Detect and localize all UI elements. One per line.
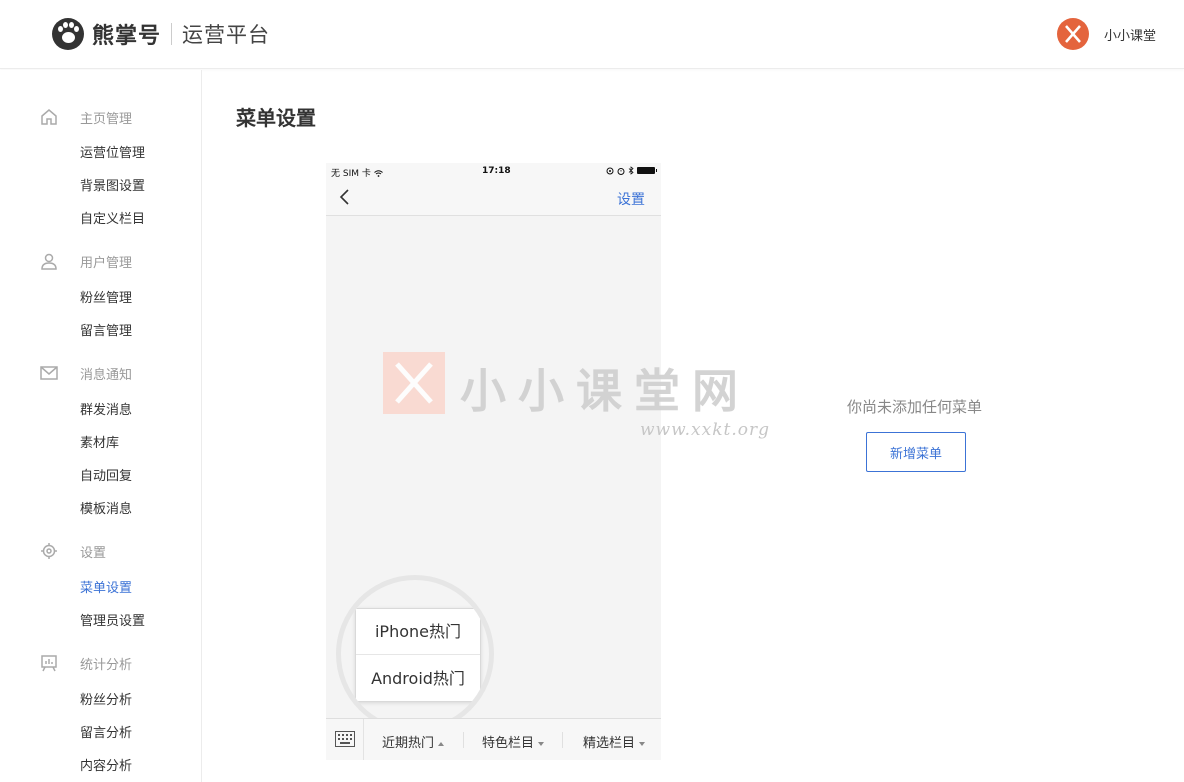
sidebar: 主页管理 运营位管理 背景图设置 自定义栏目 用户管理 粉丝管理 留言管理 消息… <box>0 70 202 782</box>
phone-nav-bar: 设置 <box>326 180 661 216</box>
sidebar-item-content-analysis[interactable]: 内容分析 <box>80 757 132 777</box>
brand-logo[interactable]: 熊掌号 运营平台 <box>52 17 270 51</box>
x-logo-icon <box>1065 25 1081 43</box>
sidebar-group-users: 用户管理 <box>0 249 202 273</box>
gear-icon <box>41 543 57 559</box>
menu-tab-label: 精选栏目 <box>583 736 636 751</box>
caret-down-icon <box>538 741 545 746</box>
submenu-item-android[interactable]: Android热门 <box>356 656 480 702</box>
carrier-status: 无 SIM 卡 <box>331 166 383 179</box>
brand-subtitle: 运营平台 <box>182 23 271 47</box>
chart-icon <box>41 655 57 672</box>
sidebar-item-auto-reply[interactable]: 自动回复 <box>80 467 132 487</box>
page-title: 菜单设置 <box>236 106 316 130</box>
add-menu-button[interactable]: 新增菜单 <box>866 432 966 472</box>
sidebar-group-label: 主页管理 <box>80 111 133 127</box>
sidebar-item-fans[interactable]: 粉丝管理 <box>80 289 132 309</box>
x-logo-icon <box>395 362 433 404</box>
phone-menu-bar: 近期热门 特色栏目 精选栏目 <box>326 718 661 760</box>
battery-icon <box>637 167 657 174</box>
user-menu[interactable]: 小小课堂 <box>1056 18 1156 50</box>
menu-tab-label: 近期热门 <box>382 736 435 751</box>
wifi-icon <box>373 170 383 177</box>
home-icon <box>41 109 57 125</box>
bluetooth-icon <box>628 166 634 175</box>
sidebar-group-home: 主页管理 <box>0 105 202 129</box>
keyboard-icon <box>335 731 355 747</box>
watermark-url: www.xxkt.org <box>640 420 770 440</box>
alarm-icon <box>617 167 625 175</box>
caret-up-icon <box>438 741 445 746</box>
menu-divider <box>463 732 464 748</box>
watermark-text: 小小课堂网 <box>460 364 750 418</box>
sidebar-item-slot-management[interactable]: 运营位管理 <box>80 144 145 164</box>
caret-down-icon <box>639 741 646 746</box>
sidebar-item-menu-settings[interactable]: 菜单设置 <box>80 579 132 599</box>
sidebar-group-label: 设置 <box>80 545 107 561</box>
phone-settings-link[interactable]: 设置 <box>617 189 645 209</box>
menu-tab-selected[interactable]: 精选栏目 <box>583 732 646 751</box>
sidebar-item-materials[interactable]: 素材库 <box>80 434 119 454</box>
sidebar-group-settings: 设置 <box>0 539 202 563</box>
sidebar-group-label: 用户管理 <box>80 255 133 271</box>
sidebar-item-broadcast[interactable]: 群发消息 <box>80 401 132 421</box>
paw-icon <box>52 18 84 50</box>
phone-status-bar: 无 SIM 卡 17:18 <box>326 163 661 180</box>
submenu-popup: iPhone热门 Android热门 <box>355 608 481 728</box>
brand-divider <box>171 23 173 45</box>
top-header: 熊掌号 运营平台 小小课堂 <box>0 0 1184 69</box>
submenu-magnifier: iPhone热门 Android热门 <box>336 575 494 733</box>
submenu-item-iphone[interactable]: iPhone热门 <box>356 609 480 655</box>
user-name[interactable]: 小小课堂 <box>1104 25 1156 44</box>
sidebar-group-messages: 消息通知 <box>0 361 202 385</box>
sidebar-item-comment-analysis[interactable]: 留言分析 <box>80 724 132 744</box>
phone-preview: 无 SIM 卡 17:18 设置 iPhone热门 Android热门 近期热门… <box>326 163 661 760</box>
menu-tab-label: 特色栏目 <box>482 736 535 751</box>
menu-tab-recent[interactable]: 近期热门 <box>382 732 445 751</box>
menu-divider <box>562 732 563 748</box>
sidebar-group-label: 消息通知 <box>80 367 133 383</box>
status-time: 17:18 <box>482 166 511 176</box>
sidebar-item-comments[interactable]: 留言管理 <box>80 322 132 342</box>
sidebar-item-background[interactable]: 背景图设置 <box>80 177 145 197</box>
sidebar-item-admin-settings[interactable]: 管理员设置 <box>80 612 145 632</box>
avatar[interactable] <box>1056 18 1089 50</box>
mail-icon <box>40 366 58 380</box>
keyboard-toggle[interactable] <box>326 719 364 760</box>
user-icon <box>41 253 57 270</box>
watermark-logo <box>383 352 445 414</box>
menu-tab-featured[interactable]: 特色栏目 <box>482 732 545 751</box>
location-lock-icon <box>606 167 614 174</box>
brand-name: 熊掌号 <box>92 24 162 49</box>
sidebar-item-fans-analysis[interactable]: 粉丝分析 <box>80 691 132 711</box>
sidebar-group-analytics: 统计分析 <box>0 651 202 675</box>
sidebar-item-template-message[interactable]: 模板消息 <box>80 500 132 520</box>
status-icons <box>606 166 657 175</box>
sidebar-item-custom-column[interactable]: 自定义栏目 <box>80 210 145 230</box>
chevron-left-icon[interactable] <box>338 188 352 206</box>
sidebar-group-label: 统计分析 <box>80 657 133 673</box>
empty-state-text: 你尚未添加任何菜单 <box>847 398 983 416</box>
